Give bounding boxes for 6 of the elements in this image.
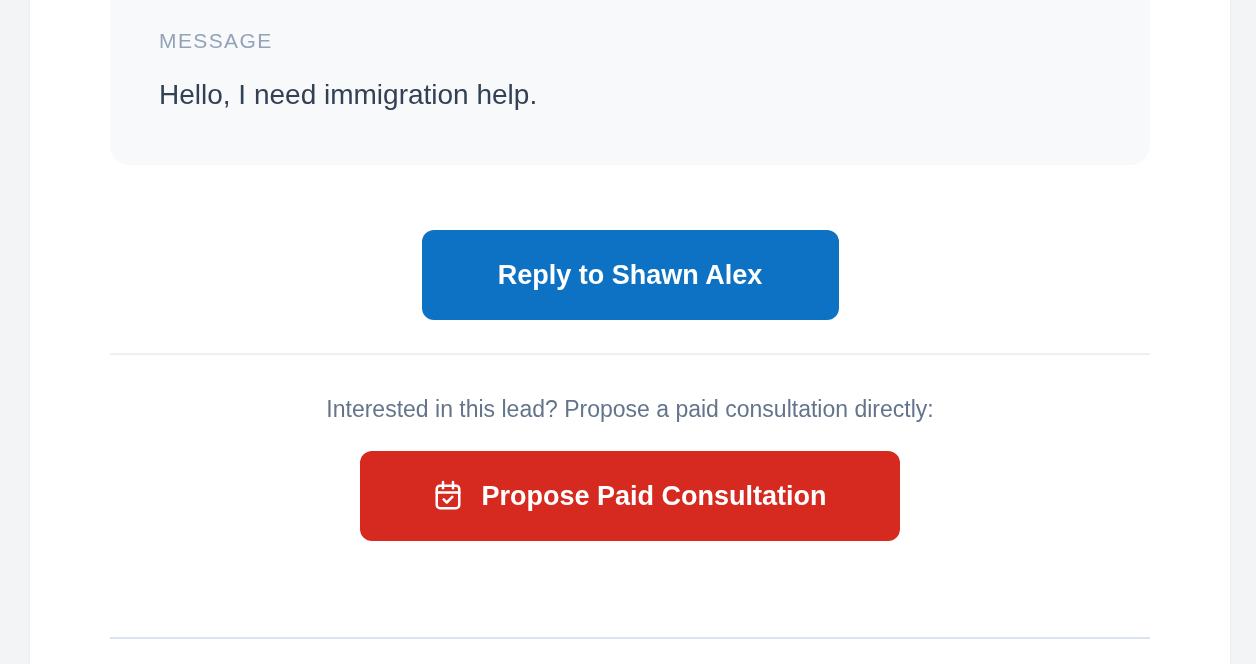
message-text: Hello, I need immigration help. [159,78,538,112]
reply-button[interactable]: Reply to Shawn Alex [421,230,839,320]
consultation-prompt: Interested in this lead? Propose a paid consultation directly: [326,395,934,423]
calendar-check-icon [433,479,464,510]
message-label: MESSAGE [159,29,273,53]
propose-consultation-button[interactable]: Propose Paid Consultation [360,451,900,541]
